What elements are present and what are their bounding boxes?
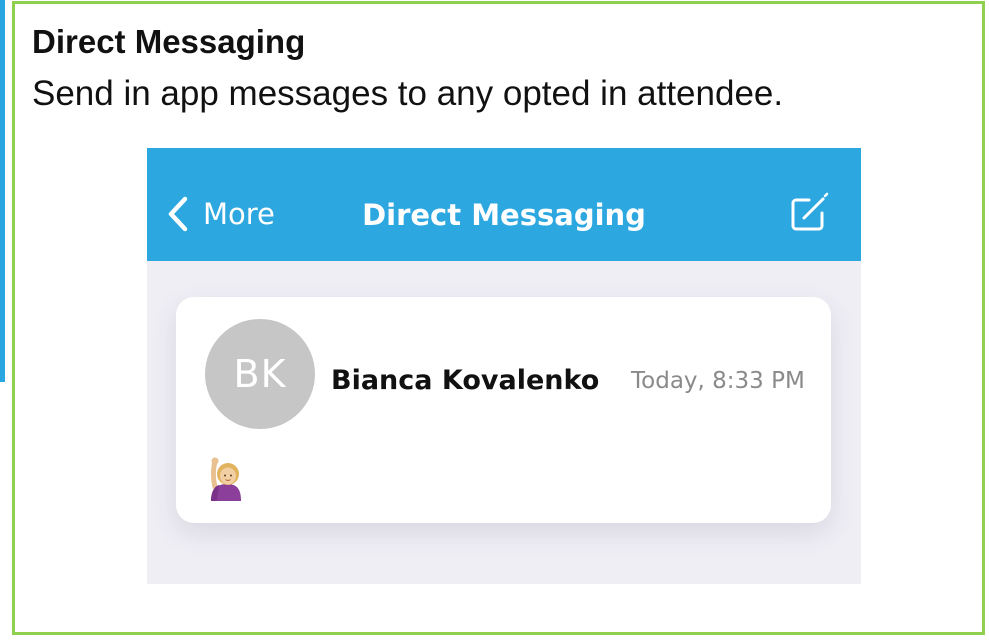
- person-raising-hand-emoji-icon: [211, 457, 241, 501]
- nav-title: Direct Messaging: [362, 198, 646, 232]
- compose-icon[interactable]: [787, 192, 829, 234]
- navigation-bar: More Direct Messaging: [147, 148, 861, 261]
- app-screenshot: More Direct Messaging BK Bianca Kovalenk…: [147, 148, 861, 584]
- slide-title: Direct Messaging: [32, 23, 306, 60]
- slide-subtitle: Send in app messages to any opted in att…: [32, 74, 784, 113]
- conversation-card[interactable]: BK Bianca Kovalenko Today, 8:33 PM: [176, 297, 831, 523]
- left-accent-bar: [0, 0, 5, 382]
- sender-name: Bianca Kovalenko: [331, 365, 600, 396]
- avatar: BK: [205, 319, 315, 429]
- message-timestamp: Today, 8:33 PM: [631, 368, 805, 394]
